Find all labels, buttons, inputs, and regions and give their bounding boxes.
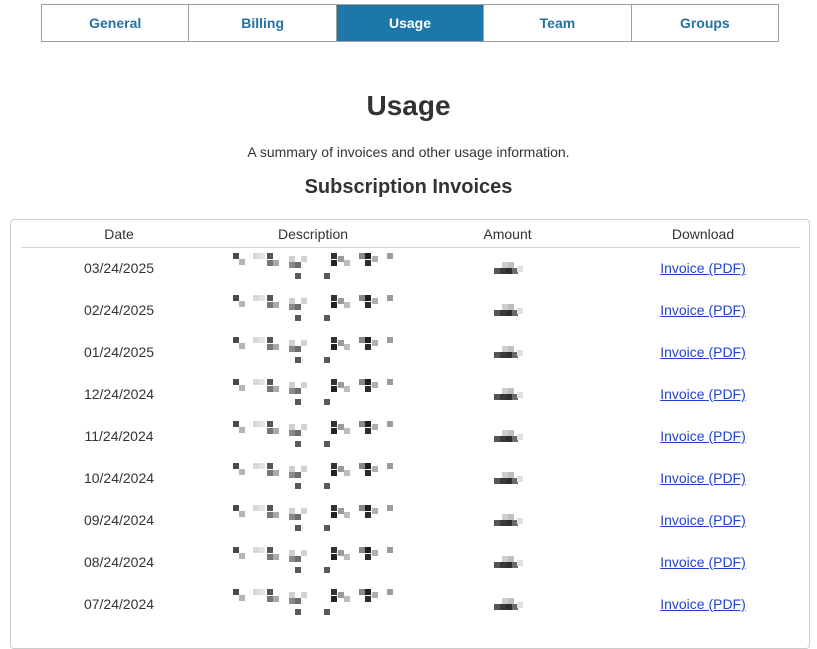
invoice-pdf-link[interactable]: Invoice (PDF): [660, 470, 746, 486]
invoice-pdf-link[interactable]: Invoice (PDF): [660, 260, 746, 276]
redacted-amount: [493, 430, 523, 444]
invoice-date: 11/24/2024: [84, 428, 154, 444]
invoice-download-cell: Invoice (PDF): [606, 289, 800, 331]
tab-team[interactable]: Team: [484, 5, 632, 41]
tab-usage[interactable]: Usage: [336, 5, 485, 41]
table-row: 09/24/2024 Invoice (PDF): [21, 499, 800, 541]
redacted-amount: [493, 304, 523, 318]
section-title: Subscription Invoices: [304, 176, 513, 198]
redacted-amount: [493, 388, 523, 402]
table-row: 03/24/2025 Invoice (PDF): [21, 247, 800, 289]
invoice-pdf-link[interactable]: Invoice (PDF): [660, 596, 746, 612]
invoice-download-cell: Invoice (PDF): [606, 415, 800, 457]
invoice-pdf-link[interactable]: Invoice (PDF): [660, 344, 746, 360]
invoice-download-cell: Invoice (PDF): [606, 247, 800, 289]
invoice-description-cell: [217, 541, 409, 583]
invoice-pdf-link[interactable]: Invoice (PDF): [660, 554, 746, 570]
table-row: 10/24/2024 Invoice (PDF): [21, 457, 800, 499]
invoice-description-cell: [217, 457, 409, 499]
invoice-amount-cell: [409, 583, 606, 625]
column-header-download: Download: [606, 222, 800, 248]
invoice-amount-cell: [409, 289, 606, 331]
tab-billing[interactable]: Billing: [189, 5, 337, 41]
invoice-pdf-link[interactable]: Invoice (PDF): [660, 428, 746, 444]
redacted-amount: [493, 556, 523, 570]
invoice-pdf-link[interactable]: Invoice (PDF): [660, 512, 746, 528]
invoice-amount-cell: [409, 457, 606, 499]
table-row: 02/24/2025 Invoice (PDF): [21, 289, 800, 331]
redacted-amount: [493, 472, 523, 486]
table-row: 08/24/2024 Invoice (PDF): [21, 541, 800, 583]
invoices-card: Date Description Amount Download 03/24/2…: [10, 219, 810, 649]
redacted-description: [231, 505, 395, 535]
settings-tabs: General Billing Usage Team Groups: [41, 4, 779, 42]
table-header-row: Date Description Amount Download: [21, 222, 800, 248]
redacted-description: [231, 421, 395, 451]
redacted-description: [231, 253, 395, 283]
tab-general[interactable]: General: [42, 5, 190, 41]
invoice-description-cell: [217, 499, 409, 541]
invoice-description-cell: [217, 415, 409, 457]
table-row: 11/24/2024 Invoice (PDF): [21, 415, 800, 457]
invoice-amount-cell: [409, 373, 606, 415]
invoice-description-cell: [217, 247, 409, 289]
tab-groups[interactable]: Groups: [631, 5, 779, 41]
invoice-date: 09/24/2024: [83, 512, 155, 528]
page-subtitle: A summary of invoices and other usage in…: [247, 144, 570, 160]
invoice-date: 03/24/2025: [83, 260, 155, 277]
invoice-download-cell: Invoice (PDF): [606, 331, 800, 373]
redacted-amount: [493, 262, 523, 276]
table-row: 07/24/2024 Invoice (PDF): [21, 583, 800, 625]
invoice-amount-cell: [409, 541, 606, 583]
table-row: 01/24/2025 Invoice (PDF): [21, 331, 800, 373]
invoice-download-cell: Invoice (PDF): [606, 457, 800, 499]
redacted-description: [231, 463, 395, 493]
redacted-description: [231, 547, 395, 577]
redacted-amount: [493, 598, 523, 612]
column-header-date: Date: [21, 222, 217, 248]
invoice-date: 10/24/2024: [83, 470, 155, 486]
invoice-download-cell: Invoice (PDF): [606, 583, 800, 625]
invoice-amount-cell: [409, 331, 606, 373]
invoice-download-cell: Invoice (PDF): [606, 541, 800, 583]
table-row: 12/24/2024 Invoice (PDF): [21, 373, 800, 415]
column-header-amount: Amount: [409, 222, 606, 248]
invoice-description-cell: [217, 373, 409, 415]
invoice-date: 07/24/2024: [83, 596, 155, 612]
invoice-pdf-link[interactable]: Invoice (PDF): [660, 386, 746, 402]
invoice-date: 02/24/2025: [83, 302, 155, 318]
invoice-date: 12/24/2024: [83, 386, 155, 402]
invoice-date: 08/24/2024: [83, 554, 155, 570]
invoice-date: 01/24/2025: [83, 344, 155, 360]
invoice-amount-cell: [409, 247, 606, 289]
redacted-description: [231, 337, 395, 367]
invoice-download-cell: Invoice (PDF): [606, 373, 800, 415]
invoice-download-cell: Invoice (PDF): [606, 499, 800, 541]
invoice-pdf-link[interactable]: Invoice (PDF): [660, 302, 746, 318]
page-title: Usage: [366, 90, 451, 121]
redacted-description: [231, 379, 395, 409]
redacted-description: [231, 589, 395, 619]
invoices-table-body: 03/24/2025 Invoice (PDF) 02/24/2025 Invoice…: [21, 247, 800, 625]
invoice-description-cell: [217, 583, 409, 625]
column-header-description: Description: [217, 222, 409, 248]
redacted-description: [231, 295, 395, 325]
invoices-table: Date Description Amount Download 03/24/2…: [21, 222, 800, 625]
redacted-amount: [493, 346, 523, 360]
invoice-description-cell: [217, 289, 409, 331]
invoice-amount-cell: [409, 499, 606, 541]
redacted-amount: [493, 514, 523, 528]
invoice-description-cell: [217, 331, 409, 373]
invoice-amount-cell: [409, 415, 606, 457]
